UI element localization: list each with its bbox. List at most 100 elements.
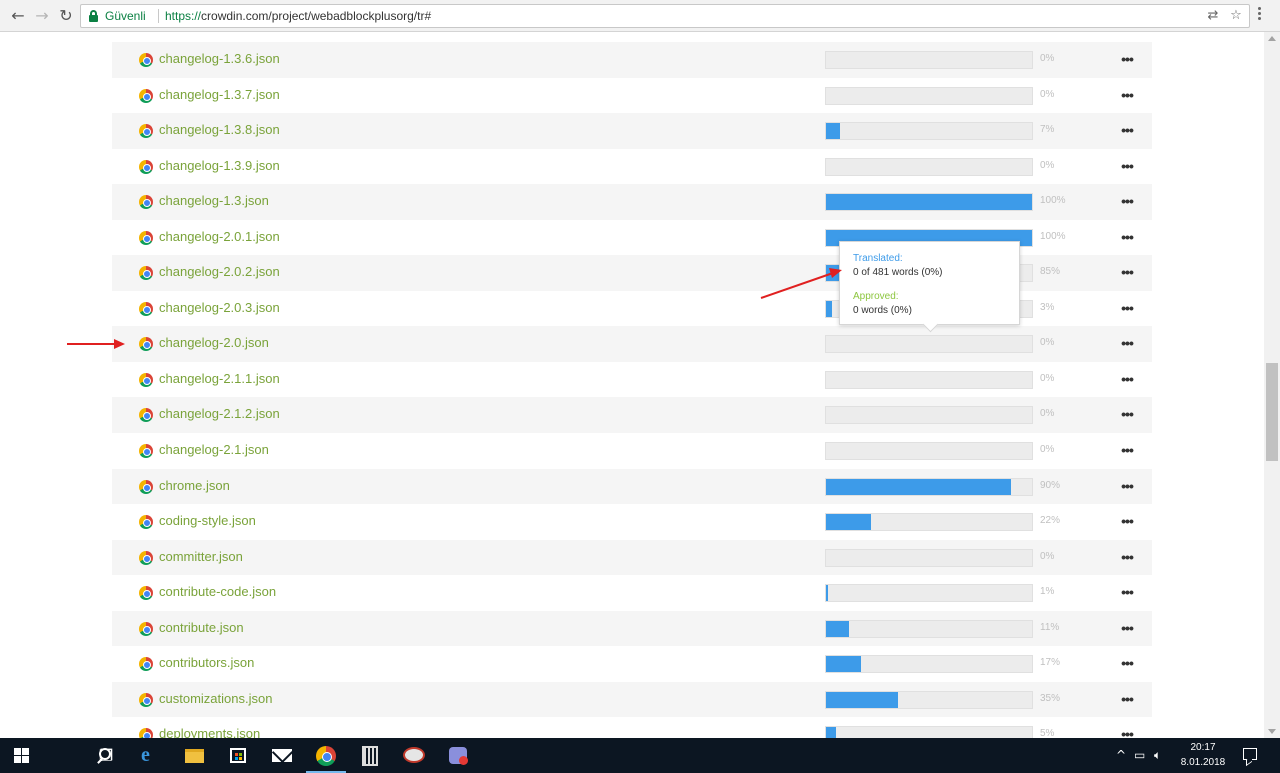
- mail-icon[interactable]: [260, 738, 304, 773]
- back-button[interactable]: ←: [8, 6, 28, 26]
- file-name-link[interactable]: changelog-1.3.7.json: [159, 87, 280, 102]
- file-name-link[interactable]: coding-style.json: [159, 513, 256, 528]
- scroll-up-icon[interactable]: [1268, 36, 1276, 41]
- translation-progress-bar[interactable]: [825, 477, 1033, 496]
- translate-icon[interactable]: ⇄: [1205, 8, 1221, 24]
- file-name-link[interactable]: changelog-1.3.8.json: [159, 122, 280, 137]
- more-options-icon[interactable]: •••: [1118, 370, 1136, 388]
- file-name-link[interactable]: changelog-2.1.json: [159, 442, 269, 457]
- search-icon[interactable]: [42, 738, 111, 773]
- more-options-icon[interactable]: •••: [1118, 192, 1136, 210]
- file-name-link[interactable]: changelog-1.3.json: [159, 193, 269, 208]
- file-name-link[interactable]: changelog-1.3.6.json: [159, 51, 280, 66]
- translation-progress-bar[interactable]: [825, 513, 1033, 532]
- file-name-link[interactable]: contributors.json: [159, 655, 254, 670]
- windows-start-icon[interactable]: [0, 738, 44, 773]
- file-row[interactable]: changelog-1.3.json 100% •••: [112, 184, 1152, 220]
- address-bar[interactable]: Güvenli https://crowdin.com/project/weba…: [80, 4, 1250, 28]
- file-row[interactable]: changelog-2.0.json 0% •••: [112, 326, 1152, 362]
- more-options-icon[interactable]: •••: [1118, 121, 1136, 139]
- file-row[interactable]: changelog-1.3.6.json 0% •••: [112, 42, 1152, 78]
- file-name-link[interactable]: changelog-2.0.1.json: [159, 229, 280, 244]
- file-row[interactable]: contributors.json 17% •••: [112, 646, 1152, 682]
- translation-progress-bar[interactable]: [825, 193, 1033, 212]
- file-name-link[interactable]: changelog-2.0.json: [159, 335, 269, 350]
- file-row[interactable]: committer.json 0% •••: [112, 539, 1152, 576]
- file-name-link[interactable]: contribute-code.json: [159, 584, 276, 599]
- file-row[interactable]: chrome.json 90% •••: [112, 468, 1152, 505]
- more-options-icon[interactable]: •••: [1118, 405, 1136, 423]
- more-options-icon[interactable]: •••: [1118, 157, 1136, 175]
- file-row[interactable]: contribute.json 11% •••: [112, 610, 1152, 647]
- vpn-app-icon[interactable]: [436, 738, 480, 773]
- clock-date[interactable]: 8.01.2018: [1180, 757, 1226, 768]
- more-options-icon[interactable]: •••: [1118, 548, 1136, 566]
- translation-progress-bar[interactable]: [825, 619, 1033, 638]
- file-name-link[interactable]: changelog-2.1.1.json: [159, 371, 280, 386]
- edge-icon[interactable]: e: [130, 738, 174, 773]
- volume-icon[interactable]: 🔈︎: [1154, 748, 1161, 763]
- file-row[interactable]: contribute-code.json 1% •••: [112, 575, 1152, 611]
- translation-progress-bar[interactable]: [825, 122, 1033, 141]
- file-row[interactable]: customizations.json 35% •••: [112, 681, 1152, 718]
- translation-progress-bar[interactable]: [825, 86, 1033, 105]
- file-explorer-icon[interactable]: [172, 738, 216, 773]
- snipping-tool-icon[interactable]: [392, 738, 436, 773]
- more-options-icon[interactable]: •••: [1118, 50, 1136, 68]
- more-options-icon[interactable]: •••: [1118, 441, 1136, 459]
- file-name-link[interactable]: chrome.json: [159, 478, 230, 493]
- file-row[interactable]: changelog-1.3.8.json 7% •••: [112, 113, 1152, 149]
- more-options-icon[interactable]: •••: [1118, 477, 1136, 495]
- url-text[interactable]: https://crowdin.com/project/webadblockpl…: [165, 9, 431, 23]
- star-icon[interactable]: ☆: [1228, 8, 1244, 24]
- notification-icon[interactable]: [1243, 748, 1257, 760]
- file-name-link[interactable]: changelog-1.3.9.json: [159, 158, 280, 173]
- clock-time[interactable]: 20:17: [1180, 742, 1226, 753]
- more-options-icon[interactable]: •••: [1118, 690, 1136, 708]
- translation-progress-bar[interactable]: [825, 655, 1033, 674]
- file-name-link[interactable]: changelog-2.1.2.json: [159, 406, 280, 421]
- translation-progress-bar[interactable]: [825, 726, 1033, 738]
- more-options-icon[interactable]: •••: [1118, 654, 1136, 672]
- scroll-thumb[interactable]: [1266, 363, 1278, 461]
- more-options-icon[interactable]: •••: [1118, 334, 1136, 352]
- file-row[interactable]: coding-style.json 22% •••: [112, 504, 1152, 540]
- tray-overflow-icon[interactable]: ^: [1116, 748, 1126, 762]
- more-options-icon[interactable]: •••: [1118, 619, 1136, 637]
- task-view-icon[interactable]: ❐: [84, 738, 128, 773]
- scroll-down-icon[interactable]: [1268, 729, 1276, 734]
- file-name-link[interactable]: contribute.json: [159, 620, 244, 635]
- chrome-icon[interactable]: [304, 738, 348, 773]
- file-name-link[interactable]: changelog-2.0.3.json: [159, 300, 280, 315]
- network-icon[interactable]: ▭: [1134, 748, 1145, 762]
- translation-progress-bar[interactable]: [825, 690, 1033, 709]
- file-row[interactable]: deployments.json 5% •••: [112, 717, 1152, 738]
- file-row[interactable]: changelog-2.1.json 0% •••: [112, 433, 1152, 469]
- more-options-icon[interactable]: •••: [1118, 725, 1136, 738]
- more-options-icon[interactable]: •••: [1118, 299, 1136, 317]
- reload-button[interactable]: ↻: [56, 6, 76, 26]
- translation-progress-bar[interactable]: [825, 406, 1033, 425]
- translation-progress-bar[interactable]: [825, 370, 1033, 389]
- translation-progress-bar[interactable]: [825, 335, 1033, 354]
- file-name-link[interactable]: committer.json: [159, 549, 243, 564]
- more-options-icon[interactable]: •••: [1118, 86, 1136, 104]
- translation-progress-bar[interactable]: [825, 548, 1033, 567]
- more-options-icon[interactable]: •••: [1118, 583, 1136, 601]
- more-options-icon[interactable]: •••: [1118, 228, 1136, 246]
- file-name-link[interactable]: customizations.json: [159, 691, 272, 706]
- file-name-link[interactable]: changelog-2.0.2.json: [159, 264, 280, 279]
- file-row[interactable]: changelog-1.3.7.json 0% •••: [112, 78, 1152, 114]
- translation-progress-bar[interactable]: [825, 584, 1033, 603]
- file-name-link[interactable]: deployments.json: [159, 726, 260, 738]
- page-scrollbar[interactable]: [1264, 32, 1280, 738]
- browser-menu-icon[interactable]: [1258, 7, 1262, 25]
- file-row[interactable]: changelog-1.3.9.json 0% •••: [112, 149, 1152, 185]
- file-row[interactable]: changelog-2.1.1.json 0% •••: [112, 362, 1152, 398]
- more-options-icon[interactable]: •••: [1118, 512, 1136, 530]
- translation-progress-bar[interactable]: [825, 157, 1033, 176]
- file-row[interactable]: changelog-2.1.2.json 0% •••: [112, 397, 1152, 434]
- translation-progress-bar[interactable]: [825, 442, 1033, 461]
- more-options-icon[interactable]: •••: [1118, 263, 1136, 281]
- forward-button[interactable]: →: [32, 6, 52, 26]
